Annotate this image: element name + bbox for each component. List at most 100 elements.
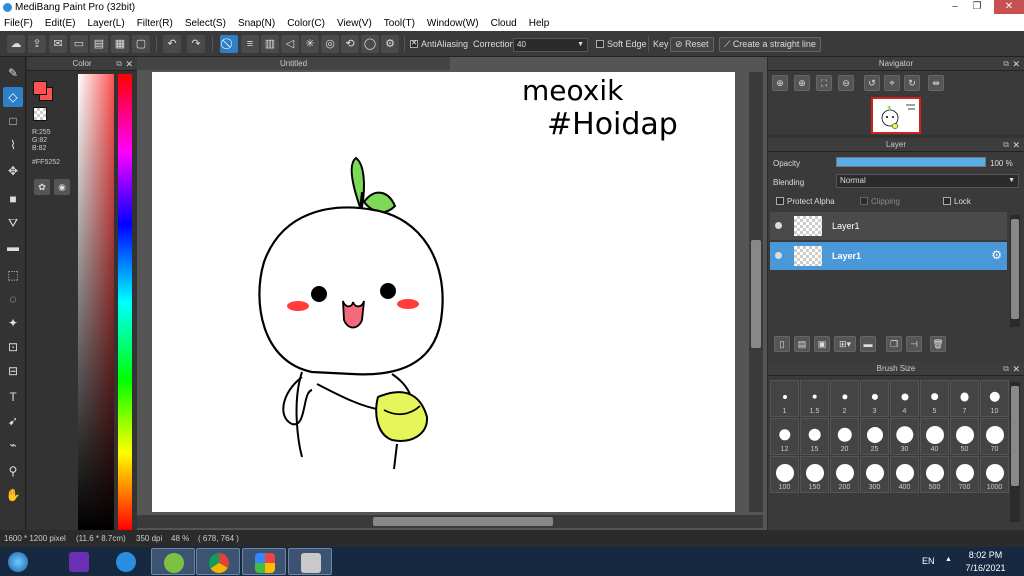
- saturation-value-picker[interactable]: [78, 74, 114, 530]
- divide-tool-icon[interactable]: ⌁: [3, 435, 23, 455]
- close-icon[interactable]: ✕: [1012, 57, 1020, 71]
- canvas[interactable]: meoxik #Hoidap: [152, 72, 735, 512]
- brush-size-option[interactable]: 1.5: [800, 380, 829, 417]
- lock-checkbox[interactable]: [943, 197, 951, 205]
- brush-size-option[interactable]: 1: [770, 380, 799, 417]
- color-picker-icon[interactable]: ◉: [54, 179, 70, 195]
- brush-size-option[interactable]: 40: [920, 418, 949, 455]
- redo-icon[interactable]: ↷: [187, 35, 205, 53]
- magic-wand-tool-icon[interactable]: ✦: [3, 313, 23, 333]
- perspective-snap-icon[interactable]: ◁: [281, 35, 299, 53]
- gear-icon[interactable]: ⚙: [991, 248, 1002, 262]
- merge-down-icon[interactable]: ⊣: [906, 336, 922, 352]
- maximize-button[interactable]: ❐: [966, 0, 988, 14]
- transparent-color-swatch[interactable]: [33, 107, 47, 121]
- brush-size-option[interactable]: 4: [890, 380, 919, 417]
- brush-size-option[interactable]: 3: [860, 380, 889, 417]
- palette-icon[interactable]: ✿: [34, 179, 50, 195]
- hand-tool-icon[interactable]: ✋: [3, 485, 23, 505]
- taskbar-internet-explorer[interactable]: [104, 548, 148, 575]
- visibility-icon[interactable]: [775, 222, 782, 229]
- clock-date[interactable]: 7/16/2021: [963, 563, 1008, 573]
- fill-rect-tool-icon[interactable]: ■: [3, 189, 23, 209]
- menu-layer[interactable]: Layer(L): [87, 18, 124, 29]
- popout-icon[interactable]: ⧉: [116, 57, 122, 71]
- new-layer-icon[interactable]: ▯: [774, 336, 790, 352]
- text-tool-icon[interactable]: T: [3, 387, 23, 407]
- brush-size-option[interactable]: 7: [950, 380, 979, 417]
- blending-select[interactable]: Normal ▼: [836, 174, 1019, 188]
- dot-tool-icon[interactable]: □: [3, 111, 23, 131]
- popout-icon[interactable]: ⧉: [1003, 57, 1009, 71]
- undo-icon[interactable]: ↶: [163, 35, 181, 53]
- brush-size-option[interactable]: 25: [860, 418, 889, 455]
- horizontal-scroll-thumb[interactable]: [373, 517, 553, 526]
- brush-tool-icon[interactable]: ✎: [3, 63, 23, 83]
- share-icon[interactable]: ⇪: [28, 35, 46, 53]
- operation-tool-icon[interactable]: ➹: [3, 411, 23, 431]
- new-8bit-layer-icon[interactable]: ▣: [814, 336, 830, 352]
- brush-size-option[interactable]: 200: [830, 456, 859, 493]
- eyedropper-tool-icon[interactable]: ⚲: [3, 461, 23, 481]
- close-icon[interactable]: ✕: [125, 57, 133, 71]
- soft-edge-checkbox[interactable]: [596, 40, 604, 48]
- vertical-scroll-thumb[interactable]: [751, 240, 761, 348]
- zoom-in-icon[interactable]: ⊕: [772, 75, 788, 91]
- brush-size-option[interactable]: 15: [800, 418, 829, 455]
- brush-size-option[interactable]: 400: [890, 456, 919, 493]
- menu-cloud[interactable]: Cloud: [491, 18, 517, 29]
- eraser-tool-icon[interactable]: ◇: [3, 87, 23, 107]
- brush-size-option[interactable]: 12: [770, 418, 799, 455]
- fit-icon[interactable]: ⛶: [816, 75, 832, 91]
- menu-snap[interactable]: Snap(N): [238, 18, 275, 29]
- menu-file[interactable]: File(F): [4, 18, 33, 29]
- select-pen-tool-icon[interactable]: ⊡: [3, 337, 23, 357]
- vertical-scrollbar[interactable]: [749, 72, 763, 512]
- brush-size-option[interactable]: 20: [830, 418, 859, 455]
- layer-scroll-thumb[interactable]: [1011, 219, 1019, 319]
- start-button[interactable]: [2, 548, 38, 575]
- layer-row[interactable]: Layer1: [770, 212, 1007, 240]
- taskbar-medibang[interactable]: [288, 548, 332, 575]
- taskbar-app[interactable]: [242, 548, 286, 575]
- navigator-preview[interactable]: [871, 97, 921, 134]
- canvas-tab[interactable]: Untitled: [137, 57, 450, 70]
- taskbar-coccoc[interactable]: [151, 548, 195, 575]
- opacity-slider[interactable]: [836, 157, 986, 167]
- close-icon[interactable]: ✕: [1012, 138, 1020, 152]
- zoom-out-icon[interactable]: ⊖: [838, 75, 854, 91]
- language-indicator[interactable]: EN: [922, 556, 935, 566]
- menu-window[interactable]: Window(W): [427, 18, 479, 29]
- reset-view-icon[interactable]: ⌖: [884, 75, 900, 91]
- taskbar-visual-studio[interactable]: [57, 548, 101, 575]
- brush-size-option[interactable]: 300: [860, 456, 889, 493]
- brush-size-option[interactable]: 100: [770, 456, 799, 493]
- comment-icon[interactable]: ✉: [49, 35, 67, 53]
- primary-color-swatch[interactable]: [33, 81, 47, 95]
- brush-size-option[interactable]: 10: [980, 380, 1009, 417]
- close-button[interactable]: ✕: [994, 0, 1024, 14]
- grid-snap-icon[interactable]: ▥: [261, 35, 279, 53]
- folder-icon[interactable]: ▬: [860, 336, 876, 352]
- brush-size-option[interactable]: 30: [890, 418, 919, 455]
- menu-tool[interactable]: Tool(T): [384, 18, 415, 29]
- brush-size-option[interactable]: 500: [920, 456, 949, 493]
- brush-scrollbar[interactable]: [1010, 382, 1020, 522]
- select-tool-icon[interactable]: ⬚: [3, 265, 23, 285]
- straight-line-button[interactable]: ⟋ Create a straight line: [719, 37, 821, 52]
- hue-slider[interactable]: [118, 74, 132, 530]
- circle-snap-icon[interactable]: ◎: [321, 35, 339, 53]
- visibility-icon[interactable]: [775, 252, 782, 259]
- layer-scrollbar[interactable]: [1010, 215, 1020, 327]
- brush-size-option[interactable]: 50: [950, 418, 979, 455]
- move-tool-icon[interactable]: ✥: [3, 161, 23, 181]
- protect-alpha-checkbox[interactable]: [776, 197, 784, 205]
- parallel-snap-icon[interactable]: ≡: [241, 35, 259, 53]
- brush-size-option[interactable]: 1000: [980, 456, 1009, 493]
- minimize-button[interactable]: –: [944, 0, 966, 14]
- correction-select[interactable]: 40 ▼: [513, 38, 588, 52]
- menu-filter[interactable]: Filter(R): [137, 18, 173, 29]
- select-eraser-tool-icon[interactable]: ⊟: [3, 361, 23, 381]
- popout-icon[interactable]: ⧉: [1003, 362, 1009, 376]
- gradation-tool-icon[interactable]: ▬: [3, 237, 23, 257]
